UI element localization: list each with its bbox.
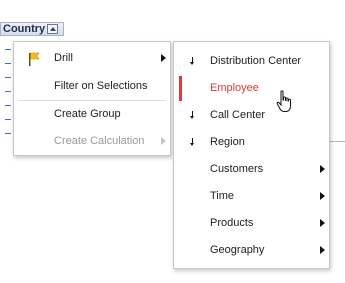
submenu-item-label: Call Center	[210, 109, 266, 121]
sort-ascending-icon[interactable]	[47, 24, 58, 34]
submenu-item-products[interactable]: Products	[174, 210, 329, 237]
submenu-item-call-center[interactable]: Call Center	[174, 102, 329, 129]
submenu-arrow-icon	[320, 219, 325, 227]
submenu-arrow-icon	[320, 246, 325, 254]
submenu-arrow-icon	[161, 54, 166, 62]
down-arrow-icon	[190, 57, 195, 66]
country-link[interactable]	[5, 66, 11, 78]
menu-item-create-calculation: Create Calculation	[14, 128, 170, 155]
menu-item-label: Create Calculation	[54, 135, 145, 147]
country-link[interactable]	[5, 52, 11, 64]
column-header-label: Country	[3, 23, 46, 35]
submenu-item-region[interactable]: Region	[174, 129, 329, 156]
country-link[interactable]	[5, 108, 11, 120]
submenu-arrow-icon	[320, 192, 325, 200]
menu-item-label: Create Group	[54, 108, 121, 120]
country-link[interactable]	[5, 80, 11, 92]
submenu-item-label: Employee	[210, 82, 259, 94]
menu-item-drill[interactable]: Drill	[14, 45, 170, 72]
down-arrow-icon	[190, 111, 195, 120]
menu-item-label: Filter on Selections	[54, 80, 148, 92]
submenu-item-geography[interactable]: Geography	[174, 237, 329, 264]
drill-submenu: Distribution Center Employee Call Center…	[173, 41, 330, 269]
hand-cursor-icon	[276, 90, 291, 112]
menu-item-filter-on-selections[interactable]: Filter on Selections	[14, 73, 170, 100]
submenu-arrow-icon	[320, 165, 325, 173]
submenu-item-label: Distribution Center	[210, 55, 302, 67]
submenu-item-label: Customers	[210, 163, 264, 175]
submenu-item-customers[interactable]: Customers	[174, 156, 329, 183]
submenu-item-label: Time	[210, 190, 235, 202]
submenu-item-employee[interactable]: Employee	[174, 75, 329, 102]
drill-flag-icon	[29, 52, 40, 66]
country-column-header[interactable]: Country	[0, 22, 64, 36]
context-menu: Drill Filter on Selections Create Group …	[13, 41, 171, 156]
menu-item-create-group[interactable]: Create Group	[14, 101, 170, 128]
down-arrow-icon	[190, 138, 195, 147]
submenu-item-distribution-center[interactable]: Distribution Center	[174, 48, 329, 75]
submenu-arrow-icon	[161, 137, 166, 145]
country-link[interactable]	[5, 94, 11, 106]
submenu-item-time[interactable]: Time	[174, 183, 329, 210]
submenu-item-label: Geography	[210, 244, 265, 256]
menu-item-label: Drill	[54, 52, 73, 64]
country-link[interactable]	[5, 38, 11, 50]
country-link[interactable]	[5, 122, 11, 134]
submenu-item-label: Region	[210, 136, 245, 148]
submenu-item-label: Products	[210, 217, 254, 229]
